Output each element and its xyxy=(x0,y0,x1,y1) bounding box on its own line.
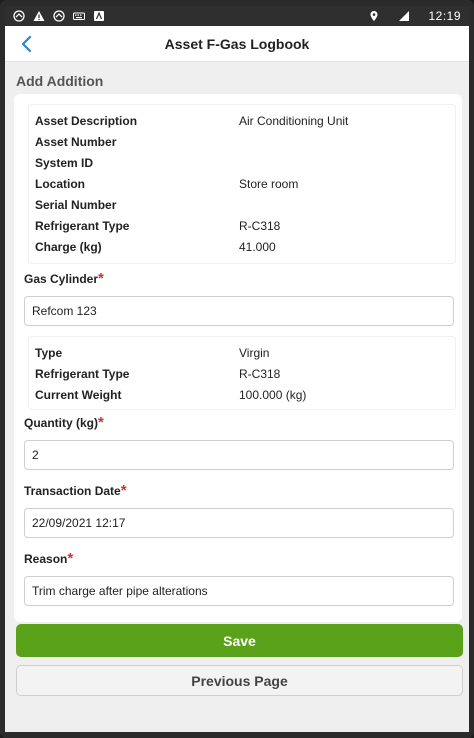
app-header: Asset F-Gas Logbook xyxy=(5,26,469,62)
reason-label: Reason* xyxy=(24,550,74,567)
info-row-refrigerant-type: Refrigerant Type R-C318 xyxy=(29,215,455,236)
gas-cylinder-input[interactable] xyxy=(24,296,454,326)
location-icon xyxy=(368,10,380,22)
required-marker: * xyxy=(98,414,104,431)
quantity-input[interactable] xyxy=(24,440,454,470)
info-value: R-C318 xyxy=(239,218,281,233)
info-value: 100.000 (kg) xyxy=(239,387,307,402)
info-label: Refrigerant Type xyxy=(35,218,130,233)
reason-input[interactable] xyxy=(24,576,454,606)
asset-info-box: Asset Description Air Conditioning Unit … xyxy=(28,104,456,264)
transaction-date-input[interactable] xyxy=(24,508,454,538)
info-label: System ID xyxy=(35,155,94,170)
quantity-label: Quantity (kg)* xyxy=(24,414,104,431)
back-button[interactable] xyxy=(15,32,39,56)
required-marker: * xyxy=(120,482,127,499)
save-button[interactable]: Save xyxy=(16,624,463,657)
info-row-charge: Charge (kg) 41.000 xyxy=(29,236,455,257)
sync-icon xyxy=(53,10,65,22)
status-bar: 12:19 xyxy=(5,6,469,26)
info-row-location: Location Store room xyxy=(29,173,455,194)
info-label: Asset Number xyxy=(35,134,117,149)
info-row-current-weight: Current Weight 100.000 (kg) xyxy=(29,384,455,405)
required-marker: * xyxy=(98,270,104,287)
status-time: 12:19 xyxy=(428,9,461,23)
info-label: Asset Description xyxy=(35,113,138,128)
info-value: R-C318 xyxy=(239,366,281,381)
warning-icon xyxy=(33,10,45,22)
info-row-asset-description: Asset Description Air Conditioning Unit xyxy=(29,110,455,131)
info-label: Location xyxy=(35,176,85,191)
info-value: Air Conditioning Unit xyxy=(239,113,349,128)
info-value: Store room xyxy=(239,176,299,191)
info-value: Virgin xyxy=(239,345,270,360)
chevron-left-icon xyxy=(21,35,32,53)
previous-page-button[interactable]: Previous Page xyxy=(16,665,463,696)
info-row-asset-number: Asset Number xyxy=(29,131,455,152)
section-title: Add Addition xyxy=(16,73,104,89)
required-marker: * xyxy=(67,550,74,567)
form-card: Asset Description Air Conditioning Unit … xyxy=(14,94,462,622)
gas-cylinder-label: Gas Cylinder* xyxy=(24,270,104,287)
info-label: Charge (kg) xyxy=(35,239,102,254)
signal-icon xyxy=(398,10,410,22)
info-label: Type xyxy=(35,345,63,360)
device-frame: 12:19 Asset F-Gas Logbook Add Addition A… xyxy=(0,0,474,738)
info-row-type: Type Virgin xyxy=(29,342,455,363)
sync-icon xyxy=(13,10,25,22)
keyboard-icon xyxy=(73,10,85,22)
info-row-cylinder-refrigerant-type: Refrigerant Type R-C318 xyxy=(29,363,455,384)
info-row-system-id: System ID xyxy=(29,152,455,173)
info-value: 41.000 xyxy=(239,239,276,254)
cylinder-info-box: Type Virgin Refrigerant Type R-C318 Curr… xyxy=(28,336,456,410)
info-label: Refrigerant Type xyxy=(35,366,130,381)
transaction-date-label: Transaction Date* xyxy=(24,482,127,499)
info-label: Serial Number xyxy=(35,197,117,212)
app-icon xyxy=(93,10,105,22)
screen: 12:19 Asset F-Gas Logbook Add Addition A… xyxy=(5,6,469,732)
info-label: Current Weight xyxy=(35,387,122,402)
page-title: Asset F-Gas Logbook xyxy=(164,35,310,52)
info-row-serial-number: Serial Number xyxy=(29,194,455,215)
